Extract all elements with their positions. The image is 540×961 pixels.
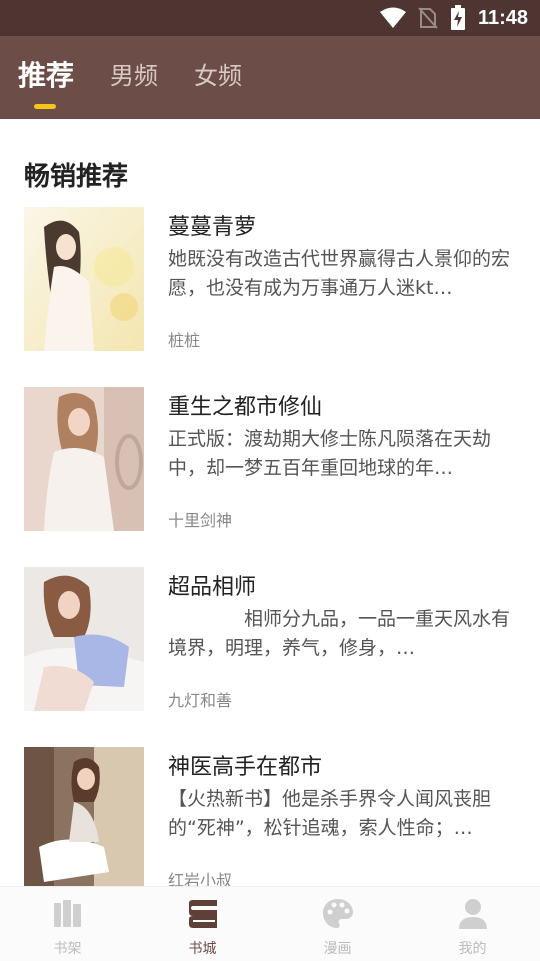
book-description: 她既没有改造古代世界赢得古人景仰的宏愿，也没有成为万事通万人迷kt… <box>168 248 511 299</box>
photo-girl-white-socks-cover <box>24 747 144 891</box>
book-cover[interactable] <box>24 207 144 351</box>
top-tab-bar: 推荐 男频 女频 <box>0 36 540 119</box>
book-cover[interactable] <box>24 567 144 711</box>
bottom-nav: 书架 书城 漫画 我的 <box>0 886 540 961</box>
wifi-icon <box>379 7 406 28</box>
nav-bookshelf[interactable]: 书架 <box>0 887 135 961</box>
palette-icon <box>322 899 353 928</box>
book-title[interactable]: 超品相师 <box>168 569 256 601</box>
status-bar: 11:48 <box>0 0 540 36</box>
status-time: 11:48 <box>477 6 528 29</box>
battery-charging-icon <box>450 5 465 30</box>
book-description: 【火热新书】他是杀手界令人闻风丧胆的“死神”，松针追魂，索人性命；… <box>168 788 492 839</box>
nav-label: 书架 <box>53 941 82 957</box>
tab-recommend[interactable]: 推荐 <box>18 54 74 94</box>
tab-female[interactable]: 女频 <box>194 56 242 91</box>
nav-label: 我的 <box>458 941 487 957</box>
book-cover[interactable] <box>24 387 144 531</box>
book-description: 相师分九品，一品一重天风水有境界，明理，养气，修身，… <box>168 608 511 659</box>
book-description: 正式版：渡劫期大修士陈凡陨落在天劫中，却一梦五百年重回地球的年… <box>168 428 492 479</box>
illustrated-girl-cover <box>24 207 144 351</box>
active-tab-indicator <box>34 104 56 109</box>
book-author: 九灯和善 <box>168 691 233 710</box>
nav-label: 书城 <box>188 941 217 957</box>
book-title[interactable]: 神医高手在都市 <box>168 749 322 781</box>
book-item[interactable]: 蔓蔓青萝 她既没有改造古代世界赢得古人景仰的宏愿，也没有成为万事通万人迷kt… … <box>0 207 540 357</box>
book-item[interactable]: 重生之都市修仙 正式版：渡劫期大修士陈凡陨落在天劫中，却一梦五百年重回地球的年…… <box>0 387 540 537</box>
book-title[interactable]: 重生之都市修仙 <box>168 389 322 421</box>
book-author: 十里剑神 <box>168 511 233 530</box>
nav-label: 漫画 <box>323 941 352 957</box>
book-title[interactable]: 蔓蔓青萝 <box>168 209 256 241</box>
nav-bookstore[interactable]: 书城 <box>135 887 270 961</box>
book-item[interactable]: 神医高手在都市 【火热新书】他是杀手界令人闻风丧胆的“死神”，松针追魂，索人性命… <box>0 747 540 897</box>
book-item[interactable]: 超品相师 相师分九品，一品一重天风水有境界，明理，养气，修身，… 九灯和善 <box>0 567 540 717</box>
section-title: 畅销推荐 <box>24 162 129 192</box>
tab-male[interactable]: 男频 <box>110 56 158 91</box>
bookshelf-icon <box>53 900 81 927</box>
status-icons: 11:48 <box>379 0 528 36</box>
photo-girl-white-dress-cover <box>24 387 144 531</box>
nav-mine[interactable]: 我的 <box>405 887 540 961</box>
nav-comics[interactable]: 漫画 <box>270 887 405 961</box>
no-sim-icon <box>418 7 438 29</box>
user-icon <box>458 899 487 929</box>
book-cover[interactable] <box>24 747 144 891</box>
bookstore-icon <box>188 900 217 928</box>
book-author: 桩桩 <box>168 331 201 350</box>
photo-girl-blue-top-cover <box>24 567 144 711</box>
